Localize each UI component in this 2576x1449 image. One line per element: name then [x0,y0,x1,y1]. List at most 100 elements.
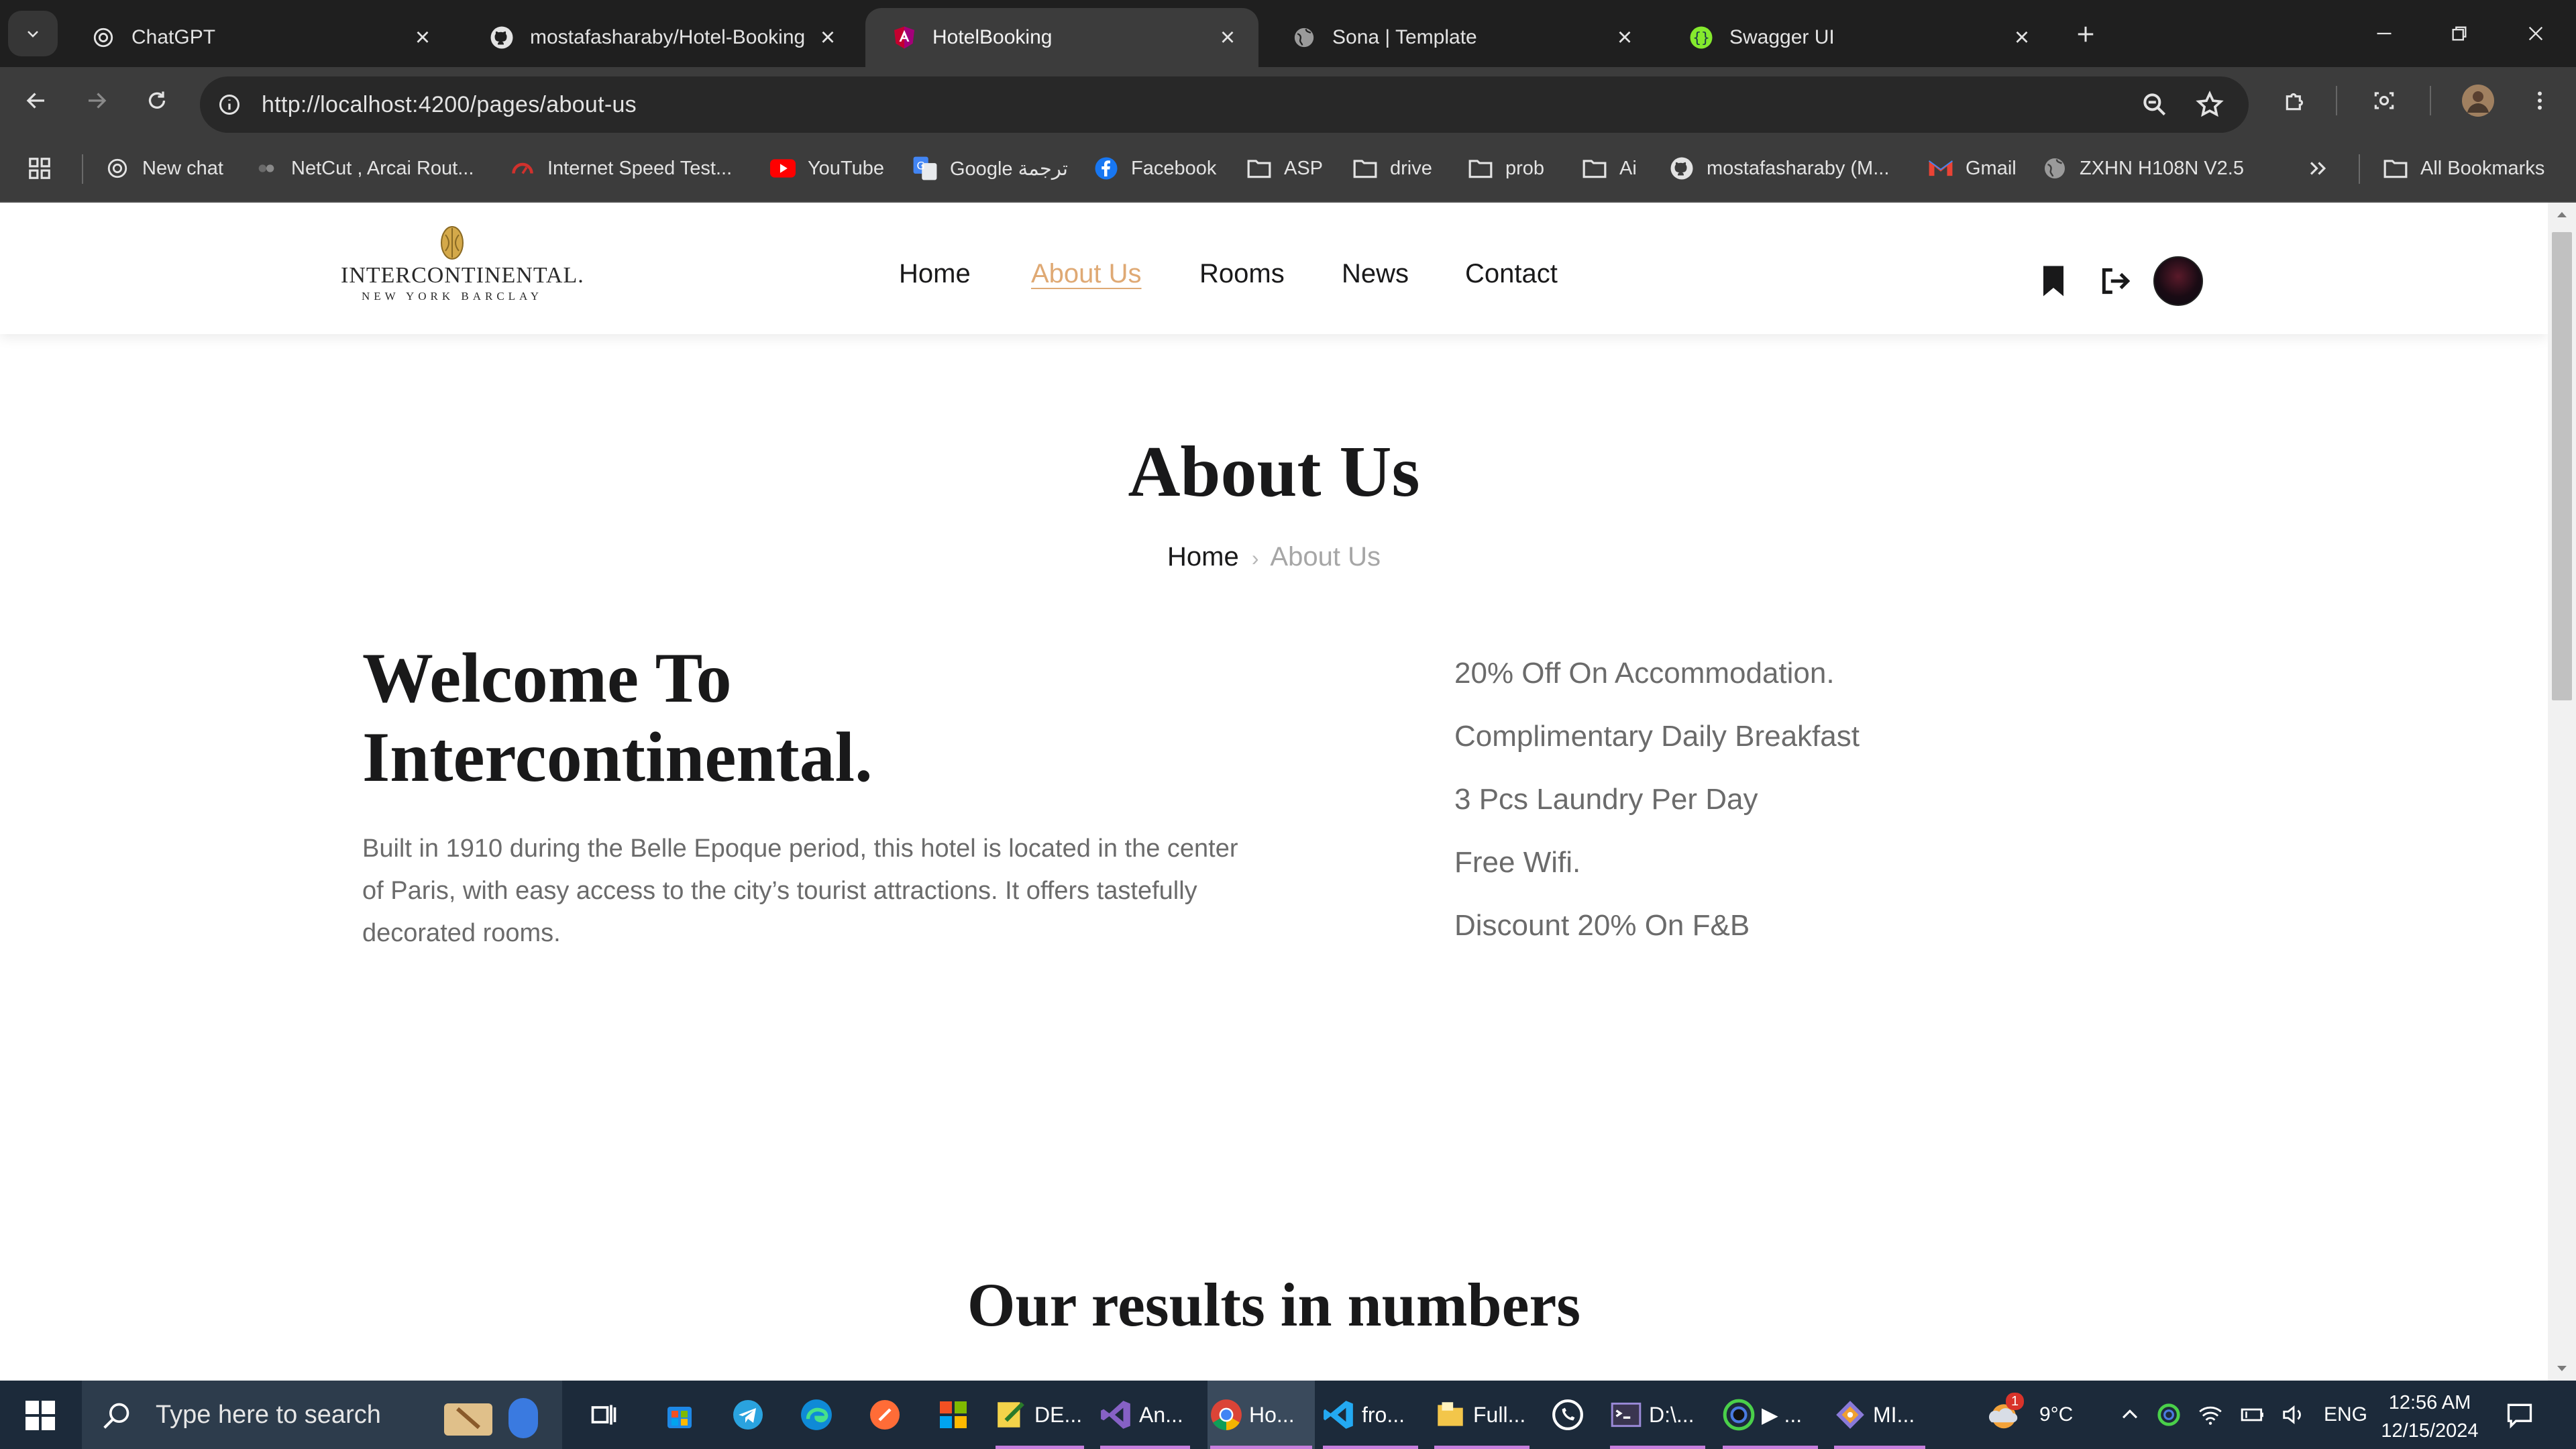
scrollbar-thumb[interactable] [2552,232,2572,700]
extensions-button[interactable] [2277,82,2314,119]
nav-rooms[interactable]: Rooms [1199,259,1285,289]
taskbar-app-visual-studio[interactable]: An... [1097,1381,1193,1449]
address-bar[interactable]: http://localhost:4200/pages/about-us [200,76,2249,133]
bookmark-netcut[interactable]: NetCut , Arcai Rout... [254,152,474,185]
tab-chatgpt[interactable]: ChatGPT × [64,8,453,67]
site-info-icon[interactable] [213,89,246,121]
taskbar-tiles-app[interactable] [931,1381,975,1449]
nav-contact[interactable]: Contact [1465,259,1558,289]
taskbar-edge[interactable] [794,1381,839,1449]
bookmark-folder-asp[interactable]: ASP [1246,152,1323,185]
site-logo[interactable]: INTERCONTINENTAL. NEW YORK BARCLAY [341,224,584,314]
url-text[interactable]: http://localhost:4200/pages/about-us [262,92,637,118]
screenshot-button[interactable] [2365,82,2403,119]
bookmark-youtube[interactable]: YouTube [770,152,884,185]
nav-home[interactable]: Home [899,259,971,289]
tray-app-icon[interactable] [2156,1381,2182,1449]
new-tab-button[interactable] [2066,15,2105,54]
tab-swagger[interactable]: {} Swagger UI × [1662,8,2053,67]
volume-control[interactable] [2281,1381,2306,1449]
folder-icon [2383,156,2408,181]
bookmark-folder-prob[interactable]: prob [1468,152,1544,185]
windows-start-button[interactable] [24,1399,56,1432]
profile-avatar[interactable] [2459,82,2497,119]
tab-sona[interactable]: Sona | Template × [1265,8,1656,67]
scroll-down-icon[interactable] [2548,1356,2576,1381]
close-icon[interactable]: × [2008,23,2035,52]
bookmark-new-chat[interactable]: New chat [105,152,223,185]
restore-button[interactable] [2439,13,2479,54]
minimize-button[interactable] [2364,13,2404,54]
plus-icon [2078,26,2094,42]
bookmark-facebook[interactable]: Facebook [1093,152,1216,185]
tab-search-button[interactable] [8,11,58,56]
nav-about-us[interactable]: About Us [1031,259,1142,289]
zoom-icon[interactable] [2140,90,2169,123]
weather-badge: 1 [2006,1393,2025,1410]
nav-news[interactable]: News [1342,259,1409,289]
tray-overflow-button[interactable] [2118,1381,2141,1449]
taskbar-app-vscode[interactable]: fro... [1320,1381,1421,1449]
close-icon[interactable]: × [1611,23,1638,52]
angular-icon [892,25,916,50]
facebook-icon [1093,156,1119,181]
logout-button[interactable] [2093,259,2137,303]
taskbar-search[interactable]: Type here to search [82,1381,562,1449]
system-clock[interactable]: 12:56 AM 12/15/2024 [2371,1389,2489,1445]
taskbar-whatsapp[interactable] [1546,1381,1590,1449]
reload-icon [148,91,166,109]
battery-status[interactable] [2239,1381,2266,1449]
bookmark-label: prob [1505,157,1545,179]
folder-icon [1246,156,1272,181]
reload-button[interactable] [138,82,176,119]
more-bookmarks-button[interactable] [2305,152,2343,185]
taskbar-app-de[interactable]: DE... [993,1381,1087,1449]
apps-button[interactable] [27,152,64,185]
network-status[interactable] [2198,1381,2223,1449]
taskbar-app-explorer[interactable]: Full... [1432,1381,1532,1449]
bookmark-google-translate[interactable]: G Google ترجمة [912,152,1068,185]
bookmark-gmail[interactable]: Gmail [1928,152,2017,185]
bookmark-folder-ai[interactable]: Ai [1582,152,1637,185]
browser-menu-button[interactable] [2521,82,2559,119]
taskbar-app-label: fro... [1362,1402,1405,1427]
terminal-icon [1607,1396,1645,1434]
bookmark-github[interactable]: mostafasharaby (M... [1669,152,1889,185]
bookmark-button[interactable] [2031,259,2076,303]
close-icon[interactable]: × [814,23,841,52]
back-button[interactable] [17,82,55,119]
taskbar-postman[interactable] [863,1381,907,1449]
taskbar-app-terminal[interactable]: D:\... [1607,1381,1708,1449]
all-bookmarks-button[interactable]: All Bookmarks [2383,152,2544,185]
taskbar-telegram[interactable] [726,1381,770,1449]
tab-github[interactable]: mostafasharaby/Hotel-Booking × [463,8,859,67]
scroll-up-icon[interactable] [2548,203,2576,227]
taskbar-app-chrome[interactable]: Ho... [1208,1381,1315,1449]
windows-logo-icon [25,1401,55,1430]
bookmark-star-icon[interactable] [2195,90,2224,123]
user-avatar[interactable] [2153,256,2203,306]
taskbar-app-git[interactable]: MI... [1831,1381,1928,1449]
logo-subtext: NEW YORK BARCLAY [361,290,543,303]
breadcrumb-home[interactable]: Home [1167,542,1239,572]
taskbar-app-media[interactable]: ▶ ... [1720,1381,1821,1449]
task-view-button[interactable] [582,1381,625,1449]
weather-widget[interactable]: 1 9°C [1986,1381,2073,1449]
logout-icon [2102,268,2131,294]
avatar [2462,85,2494,117]
notifications-button[interactable] [2505,1381,2534,1449]
bookmark-folder-drive[interactable]: drive [1352,152,1432,185]
forward-button[interactable] [78,82,115,119]
bookmark-zxhn[interactable]: ZXHN H108N V2.5 [2042,152,2244,185]
bookmark-speedtest[interactable]: Internet Speed Test... [510,152,732,185]
folder-icon [1352,156,1378,181]
language-label: ENG [2324,1403,2368,1426]
close-icon[interactable]: × [409,23,436,52]
close-icon[interactable]: × [1214,23,1241,52]
tab-hotelbooking[interactable]: HotelBooking × [865,8,1258,67]
language-indicator[interactable]: ENG [2324,1381,2367,1449]
page-scrollbar[interactable] [2548,203,2576,1381]
taskbar-store[interactable] [657,1381,702,1449]
media-icon [1720,1396,1758,1434]
close-window-button[interactable] [2516,13,2556,54]
